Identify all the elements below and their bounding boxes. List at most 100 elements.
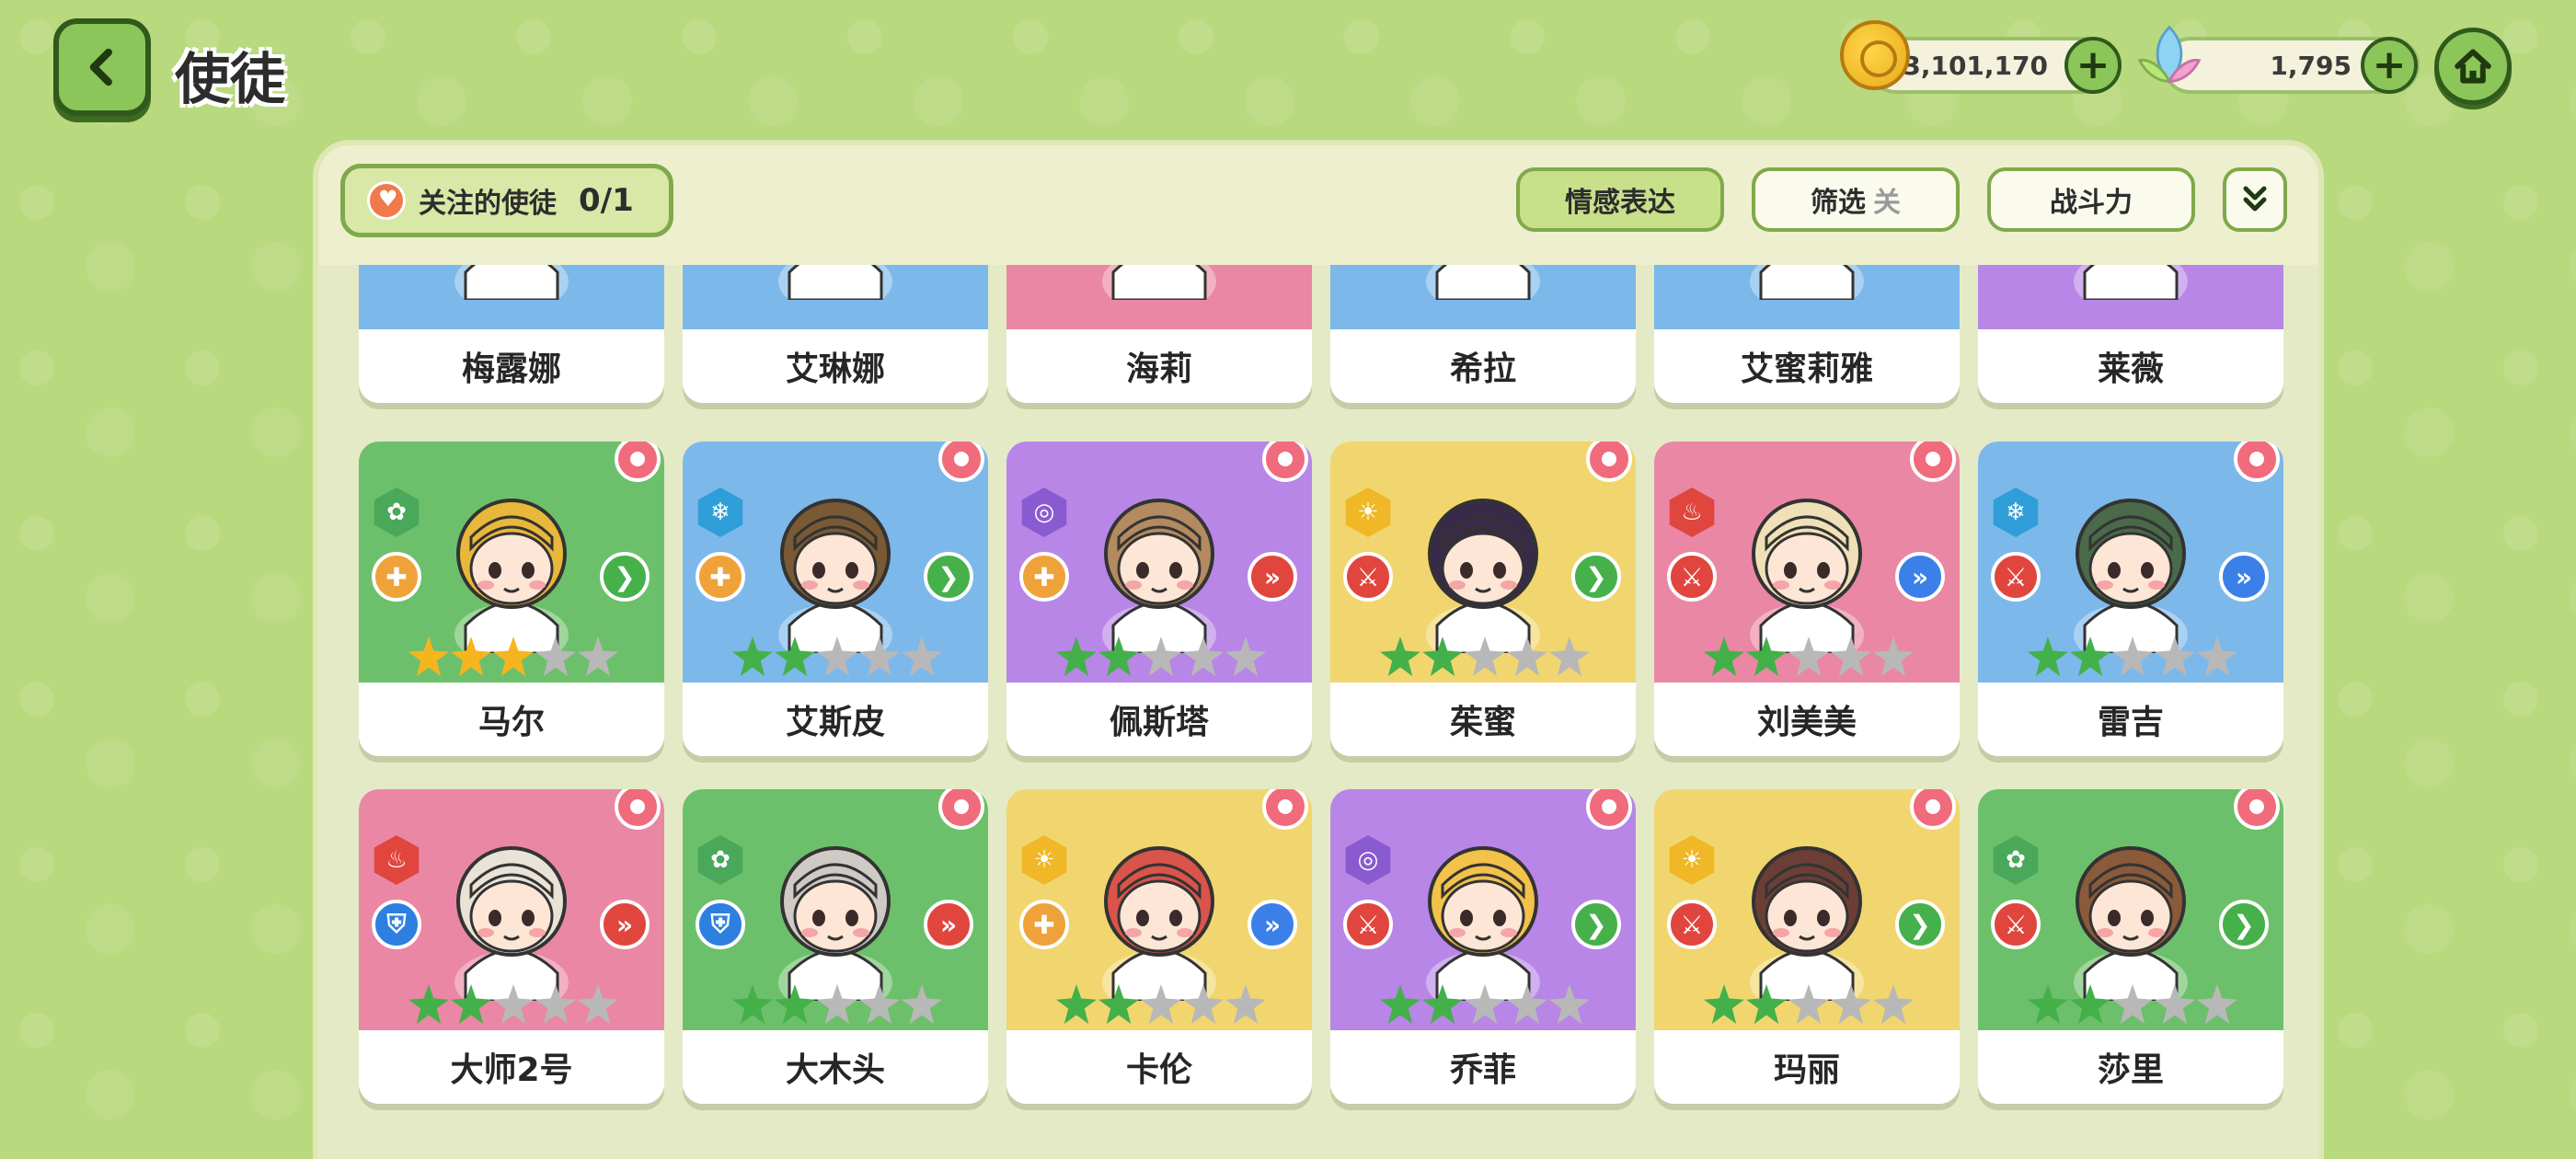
star-icon (1704, 637, 1744, 677)
star-rating (2028, 984, 2237, 1025)
star-icon (1098, 637, 1139, 677)
star-icon (732, 984, 773, 1025)
star-icon (1056, 984, 1097, 1025)
apostle-card[interactable]: ⚔❯海莉 (1006, 265, 1312, 403)
attack-blades-icon: ⚔ (1343, 552, 1393, 602)
apostle-card[interactable]: ⚔»希拉 (1330, 265, 1636, 403)
defense-shield-icon: ⛨ (372, 900, 421, 949)
apostle-portrait: ✿ ✚ ❯ (359, 442, 664, 683)
add-gold-button[interactable]: + (2064, 37, 2122, 94)
apostle-card[interactable]: ◎ ⚔ ❯ 乔菲 (1330, 789, 1636, 1104)
apostle-card[interactable]: ❄ ✚ ❯ 艾斯皮 (683, 442, 988, 756)
apostle-grid: ✚»梅露娜⚔❯艾琳娜⚔❯海莉⚔»希拉✚»艾蜜莉雅⚔❯莱薇✿✚❯马尔❄✚❯艾斯皮◎… (318, 265, 2318, 1159)
star-icon (817, 984, 857, 1025)
attack-blades-icon: ⚔ (1343, 900, 1393, 949)
level-arrow-icon: ❯ (1571, 900, 1621, 949)
star-icon (535, 637, 576, 677)
back-button[interactable] (53, 18, 151, 116)
level-arrow-icon: » (600, 900, 650, 949)
filter-state: 关 (1873, 187, 1901, 219)
character-art (1750, 265, 1864, 300)
star-icon (817, 637, 857, 677)
apostle-portrait: ♨ ⚔ » (1654, 442, 1960, 683)
page-title: 使徒 (175, 48, 285, 112)
apostle-portrait: ✿ ⛨ » (683, 789, 988, 1030)
apostle-card[interactable]: ☀ ✚ » 卡伦 (1006, 789, 1312, 1104)
expand-sort-button[interactable] (2223, 167, 2287, 232)
star-icon (732, 637, 773, 677)
level-arrow-icon: » (1248, 900, 1297, 949)
apostle-name: 梅露娜 (359, 329, 664, 403)
star-icon (1549, 637, 1590, 677)
star-icon (859, 984, 900, 1025)
apostle-card[interactable]: ♨ ⛨ » 大师2号 (359, 789, 664, 1104)
support-cross-icon: ✚ (696, 552, 745, 602)
star-icon (2070, 984, 2110, 1025)
star-rating (1704, 637, 1914, 677)
apostle-card[interactable]: ♨ ⚔ » 刘美美 (1654, 442, 1960, 756)
star-icon (2070, 637, 2110, 677)
star-icon (1422, 637, 1463, 677)
apostle-portrait: ♨ ⛨ » (359, 789, 664, 1030)
apostle-portrait: ◎ ✚ » (1006, 442, 1312, 683)
star-icon (1507, 637, 1547, 677)
star-icon (451, 637, 491, 677)
star-icon (1183, 984, 1224, 1025)
apostle-card[interactable]: ⚔❯莱薇 (1978, 265, 2283, 403)
flower-icon (1262, 442, 1308, 482)
flower-icon (938, 442, 984, 482)
character-art (1426, 846, 1540, 1001)
apostle-card[interactable]: ☀ ⚔ ❯ 玛丽 (1654, 789, 1960, 1104)
add-gem-button[interactable]: + (2361, 37, 2418, 94)
star-icon (1380, 984, 1420, 1025)
star-icon (1831, 637, 1871, 677)
home-button[interactable] (2434, 28, 2512, 105)
apostle-portrait: ⚔❯ (1978, 265, 2283, 329)
star-icon (1549, 984, 1590, 1025)
star-icon (775, 984, 815, 1025)
flower-icon (1586, 442, 1632, 482)
apostle-name: 艾琳娜 (683, 329, 988, 403)
level-arrow-icon: » (924, 900, 973, 949)
apostle-name: 大木头 (683, 1030, 988, 1104)
star-icon (2197, 984, 2237, 1025)
star-icon (1873, 984, 1914, 1025)
star-icon (1507, 984, 1547, 1025)
apostle-name: 海莉 (1006, 329, 1312, 403)
filter-button[interactable]: 筛选 关 (1752, 167, 1960, 232)
apostle-card[interactable]: ✿ ⛨ » 大木头 (683, 789, 988, 1104)
apostle-card[interactable]: ❄ ⚔ » 雷吉 (1978, 442, 2283, 756)
followed-apostles-button[interactable]: 关注的使徒 0/1 (340, 164, 673, 237)
star-icon (1704, 984, 1744, 1025)
star-icon (902, 984, 942, 1025)
star-rating (408, 984, 618, 1025)
emotion-expression-button[interactable]: 情感表达 (1516, 167, 1724, 232)
apostle-card[interactable]: ✚»梅露娜 (359, 265, 664, 403)
apostle-card[interactable]: ⚔❯艾琳娜 (683, 265, 988, 403)
star-icon (775, 637, 815, 677)
combat-power-sort-button[interactable]: 战斗力 (1987, 167, 2195, 232)
character-art (1750, 499, 1864, 653)
apostle-card[interactable]: ✿ ✚ ❯ 马尔 (359, 442, 664, 756)
star-icon (902, 637, 942, 677)
apostle-portrait: ☀ ✚ » (1006, 789, 1312, 1030)
flower-icon (615, 442, 661, 482)
star-icon (2155, 637, 2195, 677)
star-icon (2155, 984, 2195, 1025)
element-green-icon: ✿ (697, 835, 743, 885)
apostle-card[interactable]: ☀ ⚔ ❯ 茱蜜 (1330, 442, 1636, 756)
star-icon (1380, 637, 1420, 677)
star-icon (1056, 637, 1097, 677)
star-icon (535, 984, 576, 1025)
apostle-card[interactable]: ◎ ✚ » 佩斯塔 (1006, 442, 1312, 756)
star-icon (1183, 637, 1224, 677)
apostle-card[interactable]: ✿ ⚔ ❯ 莎里 (1978, 789, 2283, 1104)
star-icon (1422, 984, 1463, 1025)
apostle-card[interactable]: ✚»艾蜜莉雅 (1654, 265, 1960, 403)
level-arrow-icon: » (2219, 552, 2269, 602)
level-arrow-icon: ❯ (1571, 552, 1621, 602)
star-rating (1056, 637, 1266, 677)
emotion-label: 情感表达 (1565, 187, 1675, 219)
star-icon (1465, 984, 1505, 1025)
apostle-name: 希拉 (1330, 329, 1636, 403)
